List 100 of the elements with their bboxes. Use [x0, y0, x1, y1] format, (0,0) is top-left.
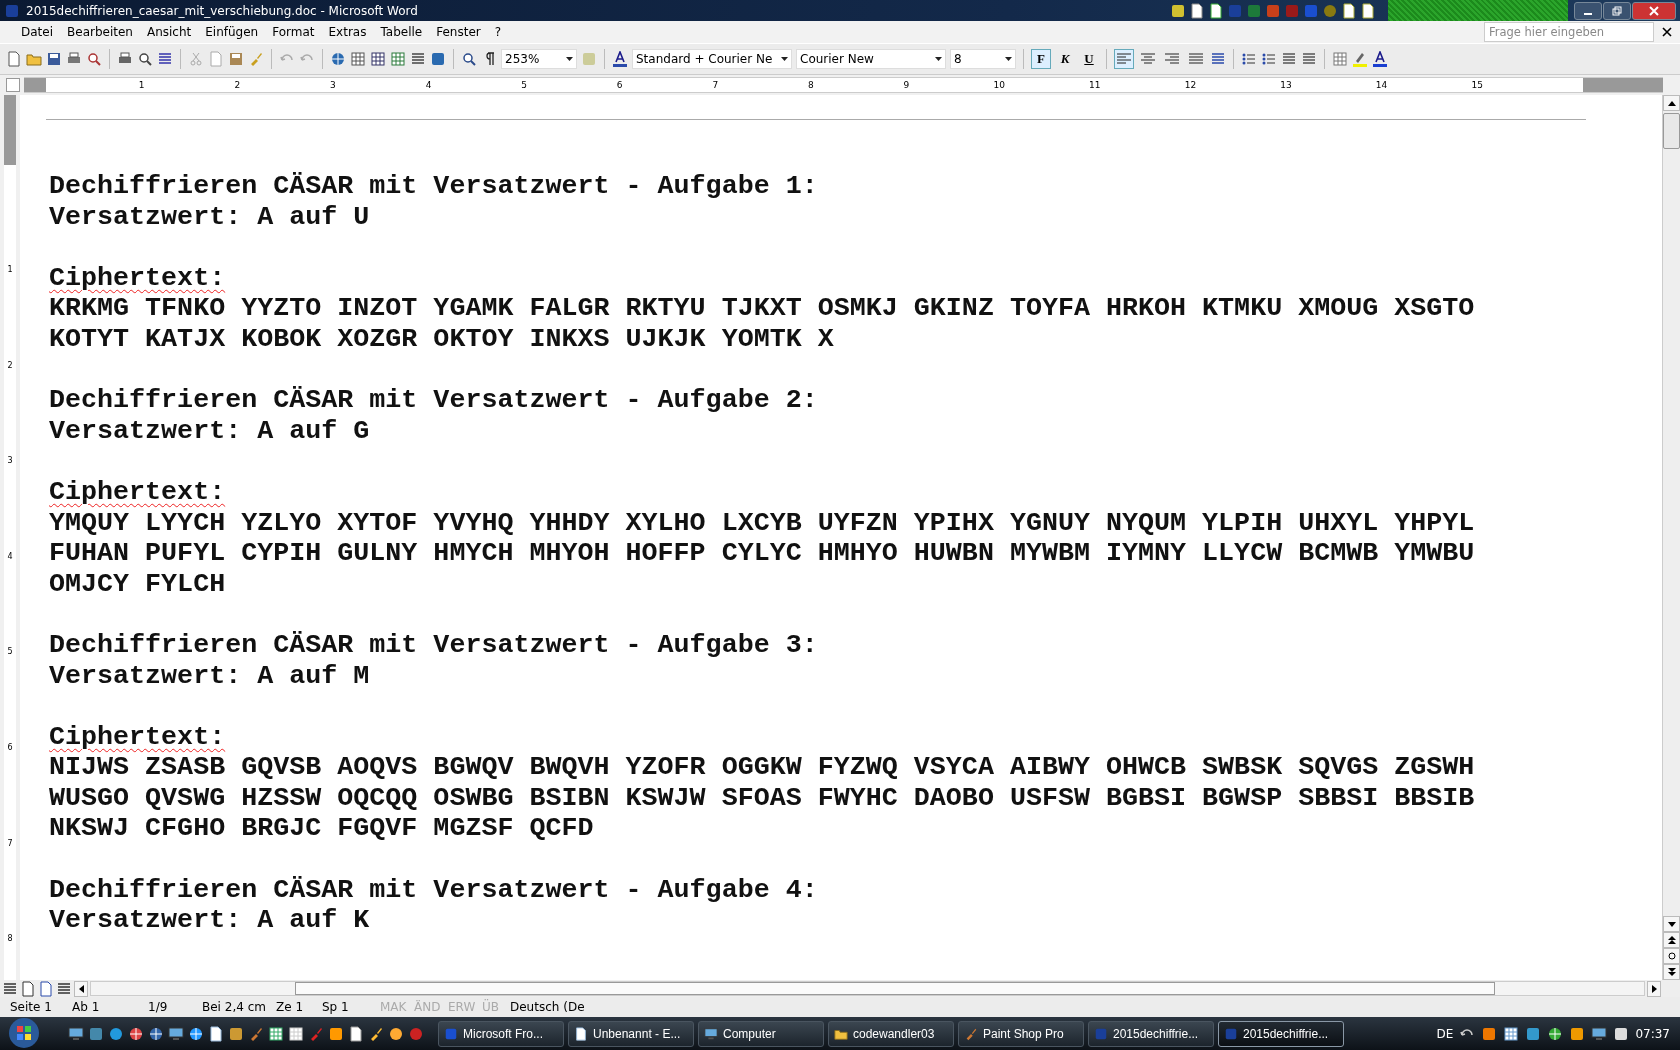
ruler-number: 3	[7, 456, 13, 468]
app-icon[interactable]	[228, 1025, 244, 1042]
menu-item[interactable]: Ansicht	[139, 25, 199, 39]
styles-icon[interactable]	[612, 51, 628, 67]
scroll-right-button[interactable]	[1647, 980, 1661, 997]
globe-icon[interactable]	[1547, 1025, 1564, 1042]
browser-icon[interactable]	[128, 1025, 144, 1042]
notepad-icon[interactable]	[208, 1025, 224, 1042]
page-view-icon[interactable]	[38, 980, 54, 997]
double-down-arrow-icon	[1667, 968, 1676, 976]
menu-item[interactable]: Datei	[14, 25, 60, 39]
font-dropdown[interactable]: Courier New	[796, 49, 946, 69]
monitor-icon[interactable]	[168, 1025, 184, 1042]
menu-item[interactable]: ?	[487, 25, 509, 39]
numbered-list-icon[interactable]	[1241, 51, 1257, 67]
browse-object-button[interactable]	[1663, 948, 1680, 964]
columns-icon[interactable]	[410, 51, 426, 67]
status-item: Seite 1	[10, 1000, 53, 1014]
normal-view-icon[interactable]	[2, 980, 18, 997]
dropdown-arrow-icon[interactable]	[566, 57, 573, 61]
ruler-number: 2	[233, 79, 241, 92]
calculator-icon[interactable]	[288, 1025, 304, 1042]
magnifier-icon[interactable]	[137, 51, 153, 67]
align-left-button[interactable]	[1114, 49, 1134, 69]
globe-icon[interactable]	[330, 51, 346, 67]
menu-item[interactable]: Extras	[321, 25, 374, 39]
outline-view-icon[interactable]	[56, 980, 72, 997]
scroll-down-button[interactable]	[1663, 916, 1680, 932]
app-icon[interactable]	[1481, 1025, 1498, 1042]
paste-icon[interactable]	[228, 51, 244, 67]
menu-item[interactable]: Fenster	[429, 25, 488, 39]
ruler-number: 4	[7, 551, 13, 563]
dropdown-arrow-icon[interactable]	[781, 57, 788, 61]
close-icon[interactable]	[1662, 27, 1672, 37]
scroll-left-button[interactable]	[74, 980, 88, 997]
dropdown-arrow-icon[interactable]	[935, 57, 942, 61]
window-icon[interactable]	[88, 1025, 104, 1042]
ruler-number: 15	[1470, 79, 1483, 92]
style-dropdown[interactable]: Standard + Courier Ne	[632, 49, 792, 69]
previous-page-button[interactable]	[1663, 932, 1680, 948]
minimize-button[interactable]	[1574, 1, 1602, 20]
web-view-icon[interactable]	[20, 980, 36, 997]
notepad-icon[interactable]	[574, 1026, 588, 1041]
circle-icon	[1667, 952, 1676, 960]
taskbar-button[interactable]: Computer	[698, 1020, 824, 1047]
bold-button[interactable]: F	[1031, 49, 1051, 69]
next-page-button[interactable]	[1663, 964, 1680, 980]
magnifier-icon[interactable]	[86, 51, 102, 67]
ciphertext-label: Ciphertext:	[49, 476, 226, 507]
ruler-number: 12	[1183, 79, 1197, 92]
tab-selector[interactable]	[6, 78, 20, 92]
help-search-field[interactable]: Frage hier eingeben	[1484, 22, 1654, 42]
highlighter-icon[interactable]	[1352, 51, 1368, 67]
browser-icon[interactable]	[188, 1025, 204, 1042]
taskbar-button[interactable]: Unbenannt - E...	[568, 1020, 694, 1047]
scrollbar-thumb[interactable]	[295, 982, 1495, 995]
menu-item[interactable]: Tabelle	[373, 25, 430, 39]
table-icon[interactable]	[370, 51, 386, 67]
app-icon[interactable]	[1569, 1025, 1586, 1042]
menu-item[interactable]: Bearbeiten	[60, 25, 140, 39]
monitor-icon[interactable]	[704, 1026, 718, 1041]
save-icon[interactable]	[46, 51, 62, 67]
dropdown-arrow-icon[interactable]	[1005, 57, 1012, 61]
magnifier-icon[interactable]	[461, 51, 477, 67]
table-icon[interactable]	[350, 51, 366, 67]
status-item: ÜB	[482, 1000, 500, 1014]
app-icon[interactable]	[1170, 2, 1186, 19]
ciphertext-line: KOTYT KATJX KOBOK XOZGR OKTOY INKXS UJKJK YOMTK X	[49, 323, 835, 355]
ruler-number: 8	[807, 79, 814, 92]
spreadsheet-icon[interactable]	[268, 1025, 284, 1042]
zoom-dropdown[interactable]: 253%	[501, 49, 577, 69]
app-icon[interactable]	[1503, 1025, 1520, 1042]
italic-button[interactable]: K	[1055, 49, 1075, 69]
status-item: Bei 2,4 cm	[202, 1000, 267, 1014]
menu-item[interactable]: Einfügen	[198, 25, 266, 39]
taskbar-button[interactable]: Microsoft Fro...	[438, 1020, 564, 1047]
taskbar-button[interactable]: 2015dechiffrie...	[1218, 1020, 1344, 1047]
offset-line: Versatzwert: A auf K	[49, 905, 371, 936]
menu-item[interactable]: Format	[265, 25, 322, 39]
font-size-dropdown[interactable]: 8	[950, 49, 1016, 69]
close-button[interactable]	[1632, 1, 1676, 20]
scrollbar-thumb[interactable]	[1663, 113, 1680, 149]
status-item: Sp 1	[322, 1000, 350, 1014]
scroll-up-button[interactable]	[1663, 95, 1680, 111]
restore-button[interactable]	[1603, 1, 1631, 20]
taskbar-button[interactable]: Paint Shop Pro	[958, 1020, 1084, 1047]
font-color-icon[interactable]	[1372, 51, 1388, 67]
ruler-number: 5	[7, 647, 13, 659]
language-indicator[interactable]: DE	[1436, 1026, 1454, 1041]
globe-icon[interactable]	[148, 1025, 164, 1042]
new-document-icon[interactable]	[6, 51, 22, 67]
border-icon[interactable]	[1332, 51, 1348, 67]
underline-button[interactable]: U	[1079, 49, 1099, 69]
monitor-icon[interactable]	[68, 1025, 84, 1042]
network-icon[interactable]	[1591, 1025, 1608, 1042]
ruler-number: 2	[7, 360, 13, 372]
taskbar-button[interactable]: 2015dechiffrie...	[1088, 1020, 1214, 1047]
taskbar-button[interactable]: codewandler03	[828, 1020, 954, 1047]
bullet-list-icon[interactable]	[1261, 51, 1277, 67]
ciphertext-line: OMJCY FYLCH	[49, 568, 227, 600]
